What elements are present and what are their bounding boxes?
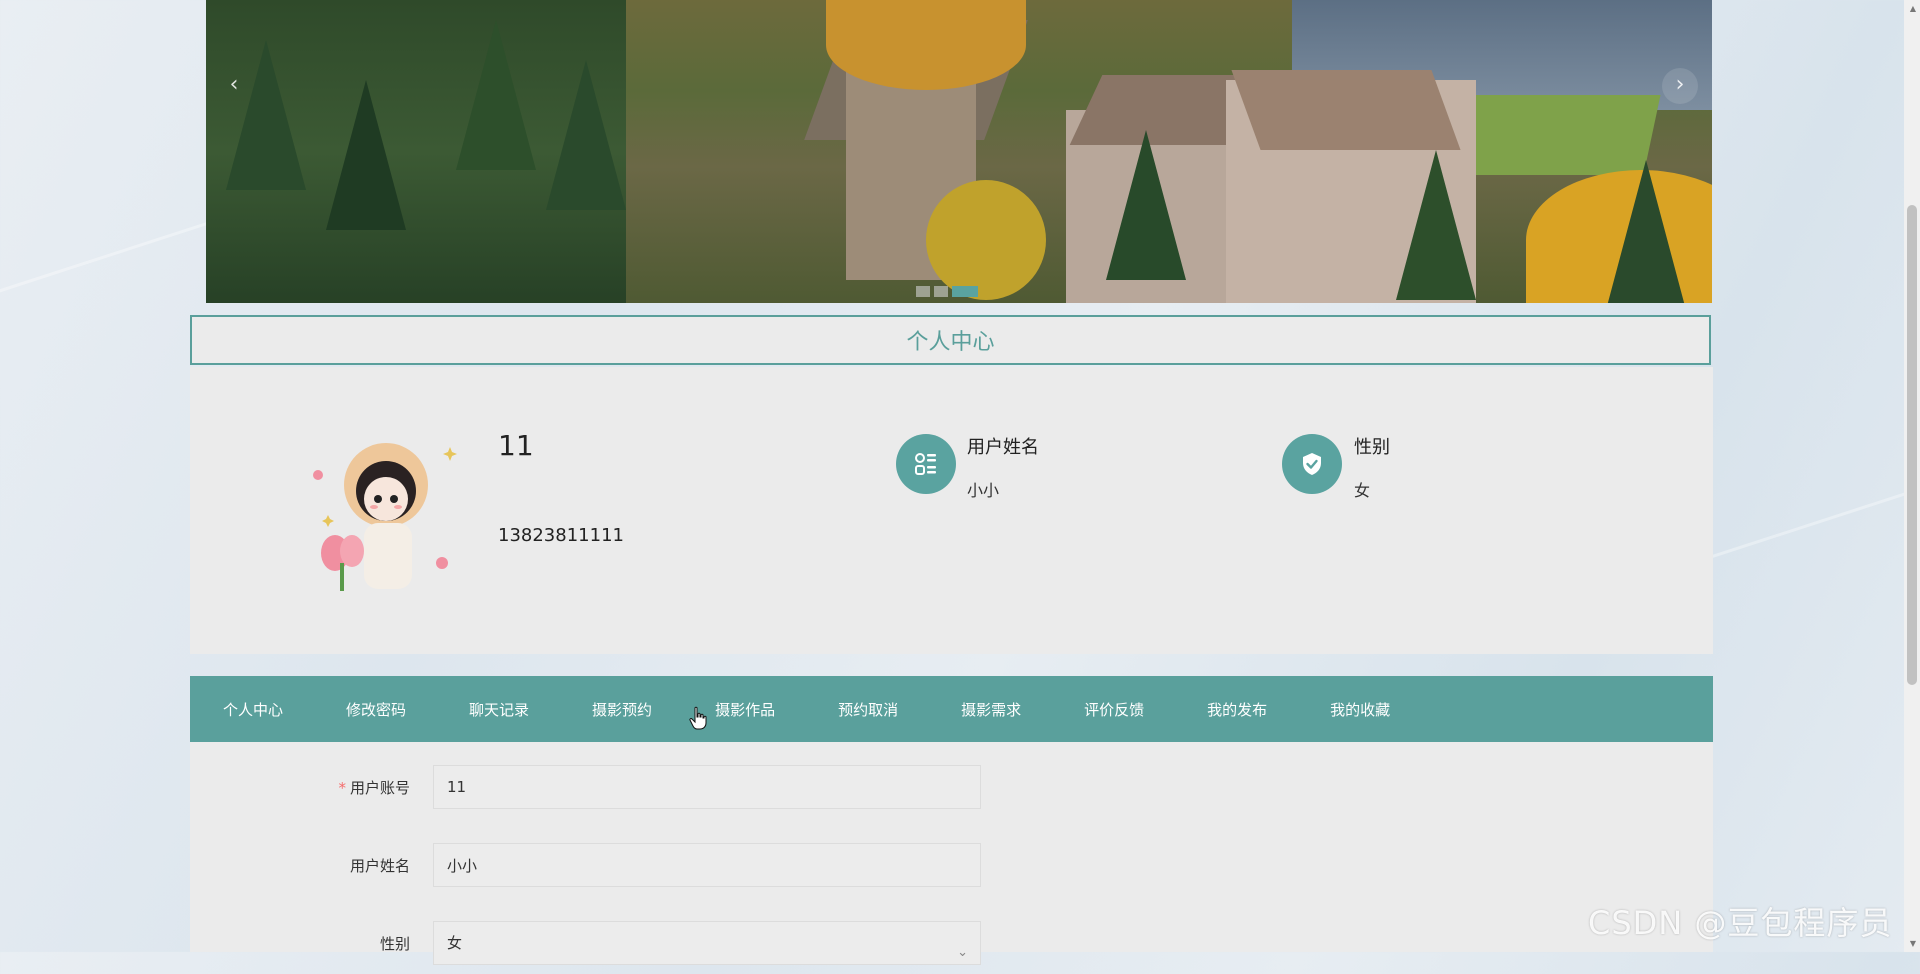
carousel-dot[interactable] [916, 286, 930, 297]
banner-tree [326, 80, 406, 230]
tab-my-favorites[interactable]: 我的收藏 [1330, 699, 1390, 720]
profile-gender-label: 性别 [1354, 437, 1390, 458]
required-marker: * [338, 779, 346, 797]
name-field-label: 用户姓名 [349, 857, 410, 875]
avatar [313, 443, 457, 591]
profile-tab-bar: 个人中心 修改密码 聊天记录 摄影预约 摄影作品 预约取消 摄影需求 评价反馈 … [190, 676, 1713, 742]
watermark: CSDN @豆包程序员 [1588, 904, 1893, 942]
profile-name-value: 小小 [967, 481, 1000, 500]
page-scrollbar[interactable]: ▲ ▼ [1904, 0, 1920, 952]
tab-feedback[interactable]: 评价反馈 [1084, 699, 1144, 720]
banner-roof [1231, 70, 1461, 150]
form-row-name: 用户姓名 [190, 843, 990, 887]
gender-select[interactable]: 女 ⌄ [433, 921, 981, 965]
profile-card: 11 13823811111 用户姓名 小小 性别 女 [190, 367, 1713, 654]
banner-tree [456, 20, 536, 170]
section-title-box: 个人中心 [190, 315, 1711, 365]
account-input[interactable] [433, 765, 981, 809]
gender-selected-value: 女 [447, 934, 463, 952]
form-row-gender: 性别 女 ⌄ [190, 921, 990, 965]
tab-booking-cancel[interactable]: 预约取消 [838, 699, 898, 720]
profile-edit-form: *用户账号 用户姓名 性别 女 ⌄ [190, 742, 1713, 965]
banner-tree [1396, 150, 1476, 300]
profile-gender-value: 女 [1354, 481, 1371, 500]
tab-photo-booking[interactable]: 摄影预约 [592, 699, 652, 720]
hand-cursor-icon [689, 706, 707, 730]
tab-personal-center[interactable]: 个人中心 [223, 699, 283, 720]
scrollbar-thumb[interactable] [1907, 205, 1917, 685]
banner-carousel: ‹ › [206, 0, 1712, 303]
banner-tree [546, 60, 626, 210]
banner-tree [226, 40, 306, 190]
profile-phone: 13823811111 [498, 525, 624, 546]
tab-my-posts[interactable]: 我的发布 [1207, 699, 1267, 720]
banner-autumn-tree [826, 0, 1026, 90]
account-field-label: * 用户账号 [338, 779, 410, 797]
profile-name-label: 用户姓名 [967, 437, 1039, 458]
gender-field-label: 性别 [379, 935, 410, 953]
chevron-down-icon: ⌄ [957, 945, 968, 960]
scroll-up-icon[interactable]: ▲ [1910, 4, 1916, 13]
banner-tree [1106, 130, 1186, 280]
tab-photo-demand[interactable]: 摄影需求 [961, 699, 1021, 720]
carousel-next-button[interactable]: › [1662, 68, 1698, 104]
profile-account: 11 [498, 429, 534, 462]
carousel-dot[interactable] [934, 286, 948, 297]
form-row-account: * 用户账号 [190, 765, 990, 809]
name-input[interactable] [433, 843, 981, 887]
banner-autumn-tree [926, 180, 1046, 300]
tab-photo-works[interactable]: 摄影作品 [715, 699, 775, 720]
background-streak [1705, 482, 1920, 561]
background-streak [0, 213, 234, 310]
carousel-prev-button[interactable]: ‹ [216, 68, 252, 104]
shield-check-icon [1282, 434, 1342, 494]
carousel-indicators [916, 286, 978, 297]
scroll-down-icon[interactable]: ▼ [1910, 939, 1916, 948]
page-title: 个人中心 [906, 330, 995, 355]
banner-tree [1606, 160, 1686, 303]
tab-chat-history[interactable]: 聊天记录 [469, 699, 529, 720]
apps-icon [896, 434, 956, 494]
carousel-dot-active[interactable] [952, 286, 978, 297]
tab-change-password[interactable]: 修改密码 [346, 699, 406, 720]
